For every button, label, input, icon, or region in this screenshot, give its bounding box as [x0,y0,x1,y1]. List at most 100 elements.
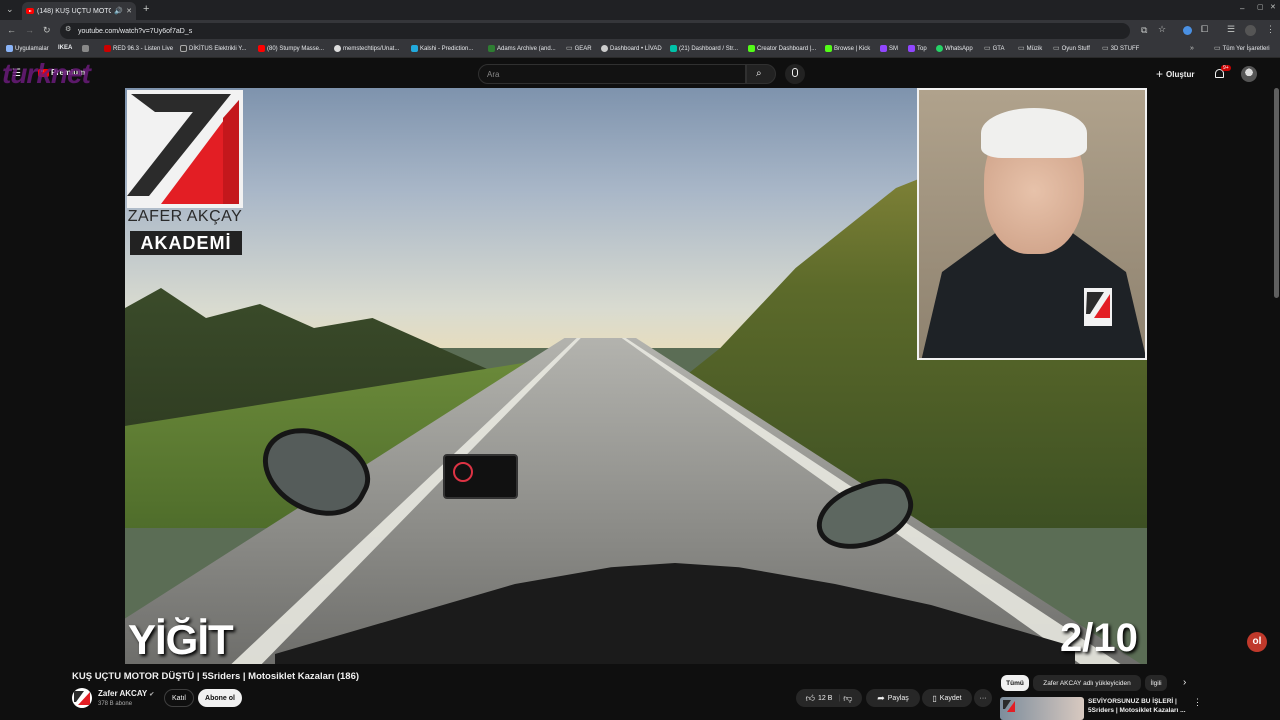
create-button[interactable]: + Oluştur [1156,64,1194,84]
site-info-icon[interactable]: ⚙ [65,26,71,33]
voice-search-button[interactable] [785,64,805,84]
clip-counter: 2/10 [1060,616,1138,660]
bookmark-item[interactable]: Uygulamalar [6,45,49,52]
maximize-button[interactable]: ▢ [1257,4,1264,11]
tab-close-icon[interactable]: ✕ [126,8,132,15]
create-label: Oluştur [1166,69,1195,79]
account-avatar[interactable] [1241,66,1257,82]
browser-tab-active[interactable]: (148) KUŞ UÇTU MOTOR D 🔊 ✕ [22,2,136,20]
shirt-logo-icon [1084,288,1112,326]
browser-kebab-icon[interactable]: ⋮ [1266,25,1275,34]
recommended-title[interactable]: SEVİYORSUNUZ BU İŞLERİ | 5Sriders | Moto… [1088,697,1188,715]
thumbs-down-icon[interactable]: 👎︎ [843,693,852,704]
zafer-akcay-logo-icon [127,90,243,208]
bookmark-label: SM [889,45,898,52]
watermark-academy: AKADEMİ [130,231,242,255]
subscribe-button[interactable]: Abone ol [198,689,242,707]
microphone-icon [792,68,798,77]
tab-search-chevron-icon[interactable]: ⌄ [6,5,14,14]
bookmark-folder[interactable]: ▭ GTA [984,45,1005,52]
bookmark-favicon-icon [258,45,265,52]
bookmark-item[interactable]: Top [908,45,927,52]
thumbs-up-icon: 👍︎ [805,692,816,703]
bookmark-label: GTA [992,45,1005,52]
bookmark-folder[interactable]: ▭ Müzik [1018,45,1042,52]
bookmark-item[interactable]: IKEA [58,45,72,51]
chip-from-uploader[interactable]: Zafer AKCAY adlı yükleyiciden [1033,675,1141,691]
join-button[interactable]: Katıl [164,689,194,707]
search-icon: ⌕ [756,68,762,79]
bookmark-star-icon[interactable]: ☆ [1158,25,1166,34]
bookmark-folder[interactable]: ▭ 3D STUFF [1102,45,1139,52]
plus-icon: + [1156,67,1164,81]
video-title: KUŞ UÇTU MOTOR DÜŞTÜ | 5Sriders | Motosi… [72,671,360,682]
bookmark-save-icon: ▯ [932,693,937,703]
share-button[interactable]: ➦ Paylaş [866,689,920,707]
all-bookmarks-folder[interactable]: ▭ Tüm Yer İşaretleri [1214,45,1270,52]
bookmark-folder[interactable]: ▭ Oyun Stuff [1053,45,1090,52]
more-actions-button[interactable]: ··· [974,689,992,707]
back-icon[interactable]: ← [7,26,16,35]
bookmark-item[interactable]: Browse | Kick [825,45,870,52]
address-bar[interactable]: ⚙ youtube.com/watch?v=7Uy6of7aD_s [60,23,1130,39]
kick-icon [825,45,832,52]
tab-audio-icon[interactable]: 🔊 [114,8,123,15]
extensions-puzzle-icon[interactable]: ⧠ [1201,25,1208,34]
bookmark-item[interactable]: RED 96.3 - Listen Live [104,45,173,52]
bookmark-item[interactable]: Dashboard • LİVAD [601,45,662,52]
bookmark-item[interactable]: (80) Stumpy Masse... [258,45,324,52]
minimize-button[interactable]: – [1240,5,1244,13]
folder-icon: ▭ [1214,45,1221,52]
bookmark-item[interactable]: Adams Archive (and... [488,45,556,52]
bookmark-item[interactable]: DİKİTUS Elektrikli Y... [180,45,246,52]
folder-icon: ▭ [1102,45,1109,52]
url-text: youtube.com/watch?v=7Uy6of7aD_s [78,27,193,35]
recommended-thumbnail[interactable] [1000,697,1084,720]
bookmark-label: WhatsApp [945,45,973,52]
bookmark-item[interactable]: memstechtips/Unat... [334,45,399,52]
chip-all[interactable]: Tümü [1001,675,1029,691]
bookmark-label: Kalshi - Prediction... [420,45,474,52]
save-button[interactable]: ▯ Kaydet [922,689,972,707]
chip-related[interactable]: İlgili [1145,675,1167,691]
bookmark-label: Dashboard • LİVAD [610,45,662,52]
bookmark-favicon-icon [104,45,111,52]
search-button[interactable]: ⌕ [746,64,776,84]
bookmark-label: Creator Dashboard |... [757,45,817,52]
new-tab-button[interactable]: + [143,4,149,15]
like-button[interactable]: 👍︎ 12 B | 👎︎ [796,689,862,707]
bookmark-label: Adams Archive (and... [497,45,556,52]
close-window-button[interactable]: ✕ [1270,4,1276,11]
profile-avatar[interactable] [1245,25,1256,36]
bookmark-folder[interactable]: ▭ GEAR [566,45,592,52]
twitch-icon [880,45,887,52]
github-icon [334,45,341,52]
search-input[interactable]: Ara [478,64,746,84]
share-label: Paylaş [887,694,909,702]
turknet-overlay-watermark: turknet [2,58,91,89]
bookmark-item[interactable]: SM [880,45,898,52]
reload-icon[interactable]: ↻ [43,26,51,35]
channel-avatar[interactable] [72,688,92,708]
cast-icon[interactable]: ⧉ [1141,26,1147,35]
menu-icon[interactable]: ☰ [1227,25,1235,34]
bookmark-item[interactable]: Creator Dashboard |... [748,45,816,52]
bookmark-item[interactable]: Kalshi - Prediction... [411,45,473,52]
tab-title: (148) KUŞ UÇTU MOTOR D [37,7,112,15]
apps-icon [6,45,13,52]
bookmark-label: DİKİTUS Elektrikli Y... [189,45,247,52]
rider-name-caption: YİĞİT [128,616,234,663]
forward-icon[interactable]: → [25,26,34,35]
page-scrollbar[interactable] [1274,88,1279,298]
grid-icon [82,45,89,52]
verified-icon: ✔ [149,692,155,698]
bookmarks-overflow[interactable]: » [1190,45,1194,52]
bookmark-label: RED 96.3 - Listen Live [113,45,174,52]
channel-name[interactable]: Zafer AKCAY ✔ [98,689,154,698]
bookmark-item[interactable]: (21) Dashboard / Str... [670,45,738,52]
bookmark-item[interactable] [82,45,89,52]
extension-icon[interactable] [1183,26,1192,35]
bookmark-item[interactable]: WhatsApp [936,45,973,52]
chevron-right-icon[interactable]: › [1183,677,1186,688]
recommended-kebab-icon[interactable]: ⋮ [1193,697,1202,708]
